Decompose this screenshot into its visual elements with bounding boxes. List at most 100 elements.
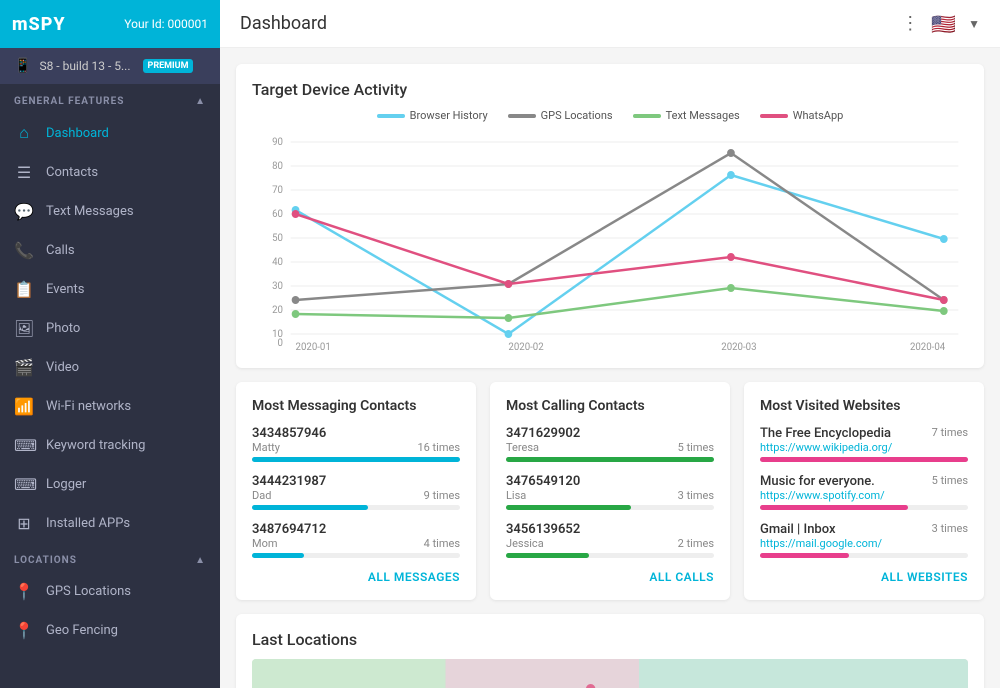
more-options-icon[interactable]: ⋮ xyxy=(901,13,919,34)
website-meta: The Free Encyclopedia https://www.wikipe… xyxy=(760,426,968,454)
legend-color-browser xyxy=(377,114,405,118)
sidebar-item-text-messages[interactable]: 💬 Text Messages xyxy=(0,192,220,231)
progress-fill xyxy=(506,457,714,462)
legend-whatsapp: WhatsApp xyxy=(760,109,844,122)
content-area: Target Device Activity Browser History G… xyxy=(220,48,1000,688)
progress-fill xyxy=(506,505,631,510)
sidebar-item-events[interactable]: 📋 Events xyxy=(0,270,220,309)
website-url[interactable]: https://mail.google.com/ xyxy=(760,537,882,550)
all-websites-link[interactable]: ALL WEBSITES xyxy=(760,570,968,584)
contact-meta: Matty 16 times xyxy=(252,441,460,454)
svg-text:2020-03: 2020-03 xyxy=(721,342,756,352)
sidebar-item-logger[interactable]: ⌨ Logger xyxy=(0,465,220,504)
language-flag[interactable]: 🇺🇸 xyxy=(931,12,956,36)
legend-text: Text Messages xyxy=(633,109,740,122)
svg-text:20: 20 xyxy=(272,305,283,316)
all-messages-link[interactable]: ALL MESSAGES xyxy=(252,570,460,584)
progress-bg xyxy=(252,505,460,510)
calling-contact-1: 3471629902 Teresa 5 times xyxy=(506,426,714,462)
progress-fill xyxy=(760,553,849,558)
contact-meta: Mom 4 times xyxy=(252,537,460,550)
messaging-contact-3: 3487694712 Mom 4 times xyxy=(252,522,460,558)
chart-legend: Browser History GPS Locations Text Messa… xyxy=(252,109,968,122)
contact-times: 9 times xyxy=(424,489,460,502)
photo-icon: 🖼 xyxy=(14,319,34,338)
svg-text:2020-02: 2020-02 xyxy=(508,342,544,352)
home-icon: ⌂ xyxy=(14,123,34,143)
calling-contact-2: 3476549120 Lisa 3 times xyxy=(506,474,714,510)
contact-name: Jessica xyxy=(506,537,544,550)
website-info: The Free Encyclopedia https://www.wikipe… xyxy=(760,426,892,454)
website-url[interactable]: https://www.wikipedia.org/ xyxy=(760,441,892,454)
chevron-up-icon2: ▲ xyxy=(195,555,206,566)
sidebar-item-label: Dashboard xyxy=(46,126,109,141)
sidebar-item-video[interactable]: 🎬 Video xyxy=(0,348,220,387)
progress-bg xyxy=(760,457,968,462)
contact-meta: Lisa 3 times xyxy=(506,489,714,502)
contact-times: 3 times xyxy=(678,489,714,502)
sidebar-item-label: Logger xyxy=(46,477,86,492)
legend-color-whatsapp xyxy=(760,114,788,118)
locations-section[interactable]: LOCATIONS ▲ xyxy=(0,543,220,572)
logger-icon: ⌨ xyxy=(14,475,34,494)
svg-text:30: 30 xyxy=(272,281,283,292)
sidebar-item-apps[interactable]: ⊞ Installed APPs xyxy=(0,504,220,543)
sidebar-item-label: Calls xyxy=(46,243,75,258)
sidebar-item-photo[interactable]: 🖼 Photo xyxy=(0,309,220,348)
premium-badge: PREMIUM xyxy=(143,59,194,73)
stats-row: Most Messaging Contacts 3434857946 Matty… xyxy=(236,382,984,600)
contact-number: 3444231987 xyxy=(252,474,460,489)
contact-name: Matty xyxy=(252,441,280,454)
language-chevron-icon[interactable]: ▼ xyxy=(968,17,980,31)
general-features-section[interactable]: GENERAL FEATURES ▲ xyxy=(0,84,220,113)
sidebar-item-label: Wi-Fi networks xyxy=(46,399,131,414)
sidebar-item-dashboard[interactable]: ⌂ Dashboard xyxy=(0,113,220,153)
legend-label-whatsapp: WhatsApp xyxy=(793,109,844,122)
contact-number: 3476549120 xyxy=(506,474,714,489)
contact-number: 3434857946 xyxy=(252,426,460,441)
contact-name: Dad xyxy=(252,489,271,502)
page-title: Dashboard xyxy=(240,13,327,34)
legend-browser: Browser History xyxy=(377,109,488,122)
sidebar-item-label: Text Messages xyxy=(46,204,134,219)
websites-card: Most Visited Websites The Free Encyclope… xyxy=(744,382,984,600)
website-item-1: The Free Encyclopedia https://www.wikipe… xyxy=(760,426,968,462)
sidebar-item-label: Photo xyxy=(46,321,80,336)
legend-label-browser: Browser History xyxy=(410,109,488,122)
sidebar-header: mSPY Your Id: 000001 xyxy=(0,0,220,48)
all-calls-link[interactable]: ALL CALLS xyxy=(506,570,714,584)
device-icon: 📱 xyxy=(14,58,31,74)
contact-number: 3456139652 xyxy=(506,522,714,537)
contact-times: 5 times xyxy=(678,441,714,454)
progress-bg xyxy=(506,457,714,462)
apps-icon: ⊞ xyxy=(14,514,34,533)
contact-meta: Jessica 2 times xyxy=(506,537,714,550)
website-url[interactable]: https://www.spotify.com/ xyxy=(760,489,885,502)
calling-contact-3: 3456139652 Jessica 2 times xyxy=(506,522,714,558)
sidebar-item-gps[interactable]: 📍 GPS Locations xyxy=(0,572,220,611)
sidebar-item-wifi[interactable]: 📶 Wi-Fi networks xyxy=(0,387,220,426)
phone-icon: 📞 xyxy=(14,241,34,260)
chart-svg: 90 80 70 60 50 40 30 20 10 0 2020-01 202… xyxy=(252,132,968,352)
website-info: Music for everyone. https://www.spotify.… xyxy=(760,474,885,502)
sidebar-item-contacts[interactable]: ☰ Contacts xyxy=(0,153,220,192)
sidebar: mSPY Your Id: 000001 📱 S8 - build 13 - 5… xyxy=(0,0,220,688)
device-name: S8 - build 13 - 5... xyxy=(39,59,130,73)
keyword-icon: ⌨ xyxy=(14,436,34,455)
topbar-right: ⋮ 🇺🇸 ▼ xyxy=(901,12,980,36)
contact-times: 2 times xyxy=(678,537,714,550)
sidebar-item-keyword[interactable]: ⌨ Keyword tracking xyxy=(0,426,220,465)
progress-fill xyxy=(760,457,968,462)
map-placeholder xyxy=(252,659,968,688)
sidebar-item-geo[interactable]: 📍 Geo Fencing xyxy=(0,611,220,650)
svg-text:0: 0 xyxy=(278,338,283,349)
chart-area: 90 80 70 60 50 40 30 20 10 0 2020-01 202… xyxy=(252,132,968,352)
activity-chart-card: Target Device Activity Browser History G… xyxy=(236,64,984,368)
chevron-up-icon: ▲ xyxy=(195,96,206,107)
messaging-contact-2: 3444231987 Dad 9 times xyxy=(252,474,460,510)
contacts-icon: ☰ xyxy=(14,163,34,182)
legend-gps: GPS Locations xyxy=(508,109,613,122)
progress-bg xyxy=(252,553,460,558)
sidebar-item-calls[interactable]: 📞 Calls xyxy=(0,231,220,270)
chart-title: Target Device Activity xyxy=(252,80,968,99)
